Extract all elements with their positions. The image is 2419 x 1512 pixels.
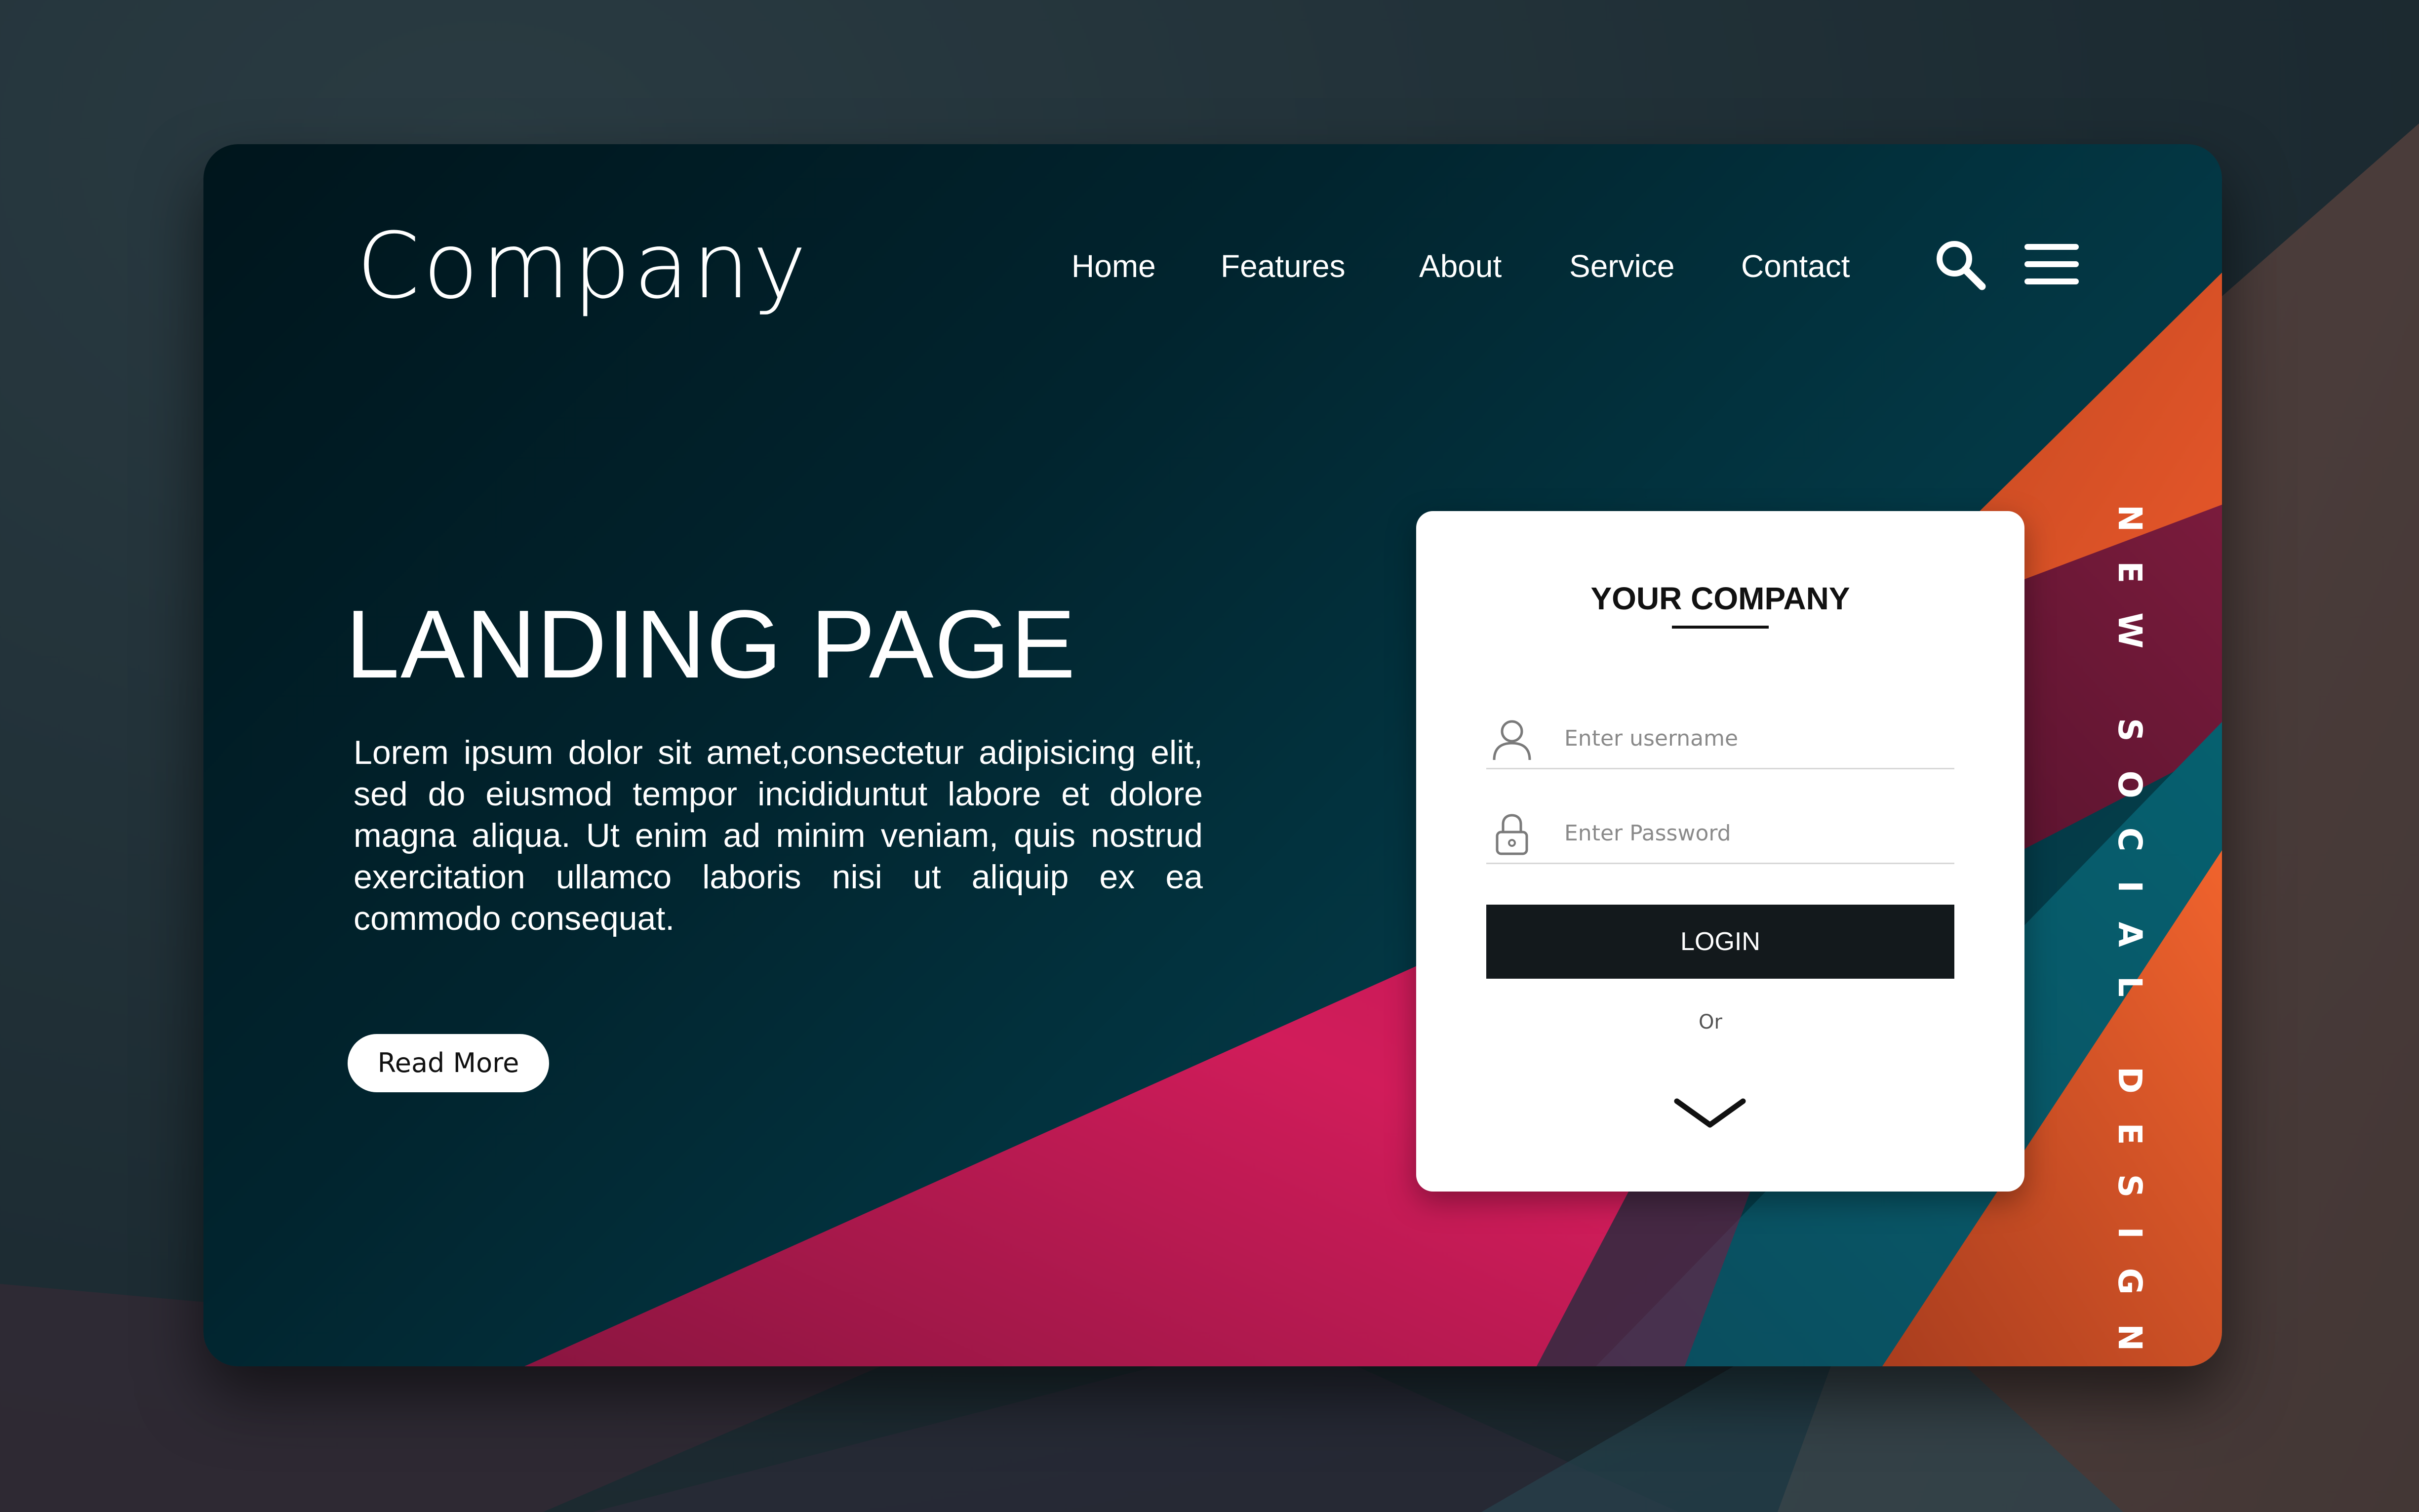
user-icon (1491, 717, 1533, 764)
hero-title: LANDING PAGE (346, 590, 1076, 698)
username-input[interactable] (1564, 718, 1940, 758)
read-more-button[interactable]: Read More (348, 1034, 549, 1092)
landing-card: Company Home Features About Service Cont… (203, 144, 2222, 1366)
lock-icon (1491, 812, 1533, 859)
nav-about[interactable]: About (1419, 248, 1502, 284)
main-nav: Home Features About Service Contact (203, 248, 2222, 307)
title-underline (1672, 626, 1769, 629)
hamburger-menu-icon[interactable] (2024, 242, 2079, 289)
nav-contact[interactable]: Contact (1741, 248, 1850, 284)
hero-description: Lorem ipsum dolor sit amet,consectetur a… (354, 734, 1203, 937)
chevron-down-icon[interactable] (1673, 1096, 1747, 1133)
password-field (1486, 803, 1954, 864)
nav-service[interactable]: Service (1569, 248, 1674, 284)
page-background: Company Home Features About Service Cont… (0, 0, 2419, 1512)
login-title: YOUR COMPANY (1590, 581, 1850, 616)
nav-features[interactable]: Features (1221, 248, 1346, 284)
login-panel: YOUR COMPANY Enter username LOGIN Or (1416, 511, 2024, 1192)
username-field (1486, 709, 1954, 769)
nav-home[interactable]: Home (1071, 248, 1156, 284)
search-icon[interactable] (1934, 238, 1988, 295)
vertical-tagline: NEW SOCIAL DESIGN (2111, 505, 2149, 1366)
login-button[interactable]: LOGIN (1486, 905, 1954, 979)
password-input[interactable] (1564, 813, 1940, 853)
or-separator: Or (1699, 1011, 1722, 1034)
